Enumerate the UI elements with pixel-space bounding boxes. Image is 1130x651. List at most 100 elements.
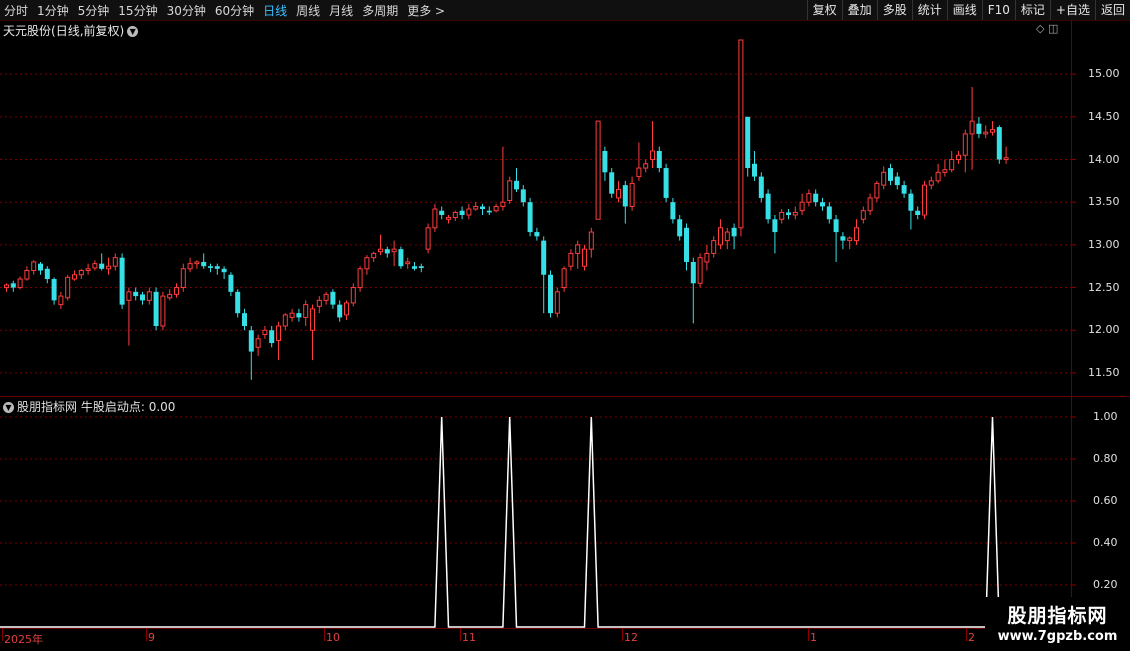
candle-body (187, 263, 193, 270)
candle-body (752, 163, 757, 177)
diamond-icon[interactable]: ◇ (1036, 22, 1044, 35)
price-tick-label: 12.50 (1088, 280, 1120, 294)
time-tick (2, 629, 3, 641)
candle-body (398, 249, 404, 267)
watermark: 股朋指标网 www.7gpzb.com (985, 597, 1130, 650)
candle-body (303, 304, 309, 318)
time-tick (622, 629, 623, 641)
candle-body (942, 169, 948, 173)
time-tick-label: 11 (462, 631, 476, 644)
candle-body (786, 212, 791, 215)
candle-body (561, 268, 567, 289)
candle-body (935, 171, 941, 182)
candle-body (548, 274, 553, 314)
candle-body (595, 120, 601, 220)
candle-body (976, 123, 982, 134)
candle-body (990, 129, 995, 133)
candle-body (799, 201, 805, 212)
price-tick-label: 14.50 (1088, 109, 1120, 123)
candle-body (446, 217, 451, 220)
candle-body (31, 261, 37, 271)
price-tick-label: 11.50 (1088, 365, 1120, 379)
candle-body (140, 294, 145, 301)
candle-body (847, 237, 853, 242)
candle-body (58, 295, 64, 306)
candle-body (922, 184, 927, 216)
candle-body (262, 329, 268, 336)
candle-body (119, 257, 125, 305)
candle-body (711, 240, 717, 254)
candle-body (214, 266, 220, 269)
candle-body (724, 231, 730, 242)
kline-chart[interactable] (0, 0, 1130, 650)
candle-body (541, 240, 547, 275)
chevron-down-icon[interactable]: ▼ (3, 402, 14, 413)
candle-body (629, 182, 635, 207)
candle-body (51, 279, 57, 301)
candle-body (704, 252, 710, 263)
candle-body (643, 163, 649, 169)
price-tick-label: 12.00 (1088, 323, 1120, 337)
candle-body (364, 257, 370, 270)
candle-body (888, 168, 893, 181)
candle-body (928, 180, 934, 186)
panel-toggle-icon[interactable]: ◫ (1048, 22, 1058, 35)
time-tick (808, 629, 809, 641)
indicator-tick-label: 0.20 (1093, 578, 1118, 591)
candle-body (235, 291, 241, 314)
candle-body (779, 211, 785, 220)
right-side-strip (1118, 20, 1130, 630)
candle-body (575, 244, 581, 254)
candle-body (670, 202, 676, 220)
candle-body (316, 299, 322, 307)
candle-body (255, 338, 261, 348)
candle-body (792, 211, 798, 216)
candle-body (969, 120, 975, 135)
candle-body (425, 227, 431, 250)
chevron-down-icon[interactable]: ▼ (127, 26, 139, 37)
candle-body (371, 252, 377, 259)
candle-body (731, 227, 737, 237)
candle-body (956, 154, 961, 161)
candle-body (282, 314, 288, 327)
candle-body (344, 302, 349, 316)
candle-body (527, 202, 533, 233)
candle-body (507, 180, 513, 201)
candle-body (289, 312, 295, 318)
candle-body (486, 210, 492, 213)
candle-body (860, 210, 866, 220)
watermark-main: 股朋指标网 (1007, 605, 1108, 627)
candle-body (983, 131, 989, 135)
candle-body (663, 168, 669, 198)
candle-body (690, 261, 696, 284)
candle-body (840, 236, 846, 241)
candle-body (330, 291, 336, 305)
candle-body (636, 167, 642, 178)
candle-body (323, 293, 329, 301)
candle-body (72, 274, 77, 280)
time-tick (324, 629, 325, 641)
time-tick-label: 10 (326, 631, 340, 644)
candle-body (568, 252, 574, 267)
candle-body (160, 295, 166, 327)
candle-body (588, 231, 594, 250)
candle-body (208, 266, 213, 268)
time-tick-label: 9 (148, 631, 155, 644)
candle-body (276, 325, 281, 341)
candle-body (228, 274, 234, 292)
price-tick-label: 15.00 (1088, 67, 1120, 81)
time-tick (966, 629, 967, 641)
candle-body (439, 210, 445, 215)
candle-body (881, 171, 887, 186)
candle-body (24, 269, 30, 280)
candle-body (153, 291, 159, 326)
candle-body (677, 219, 683, 237)
candle-body (738, 39, 744, 229)
candle-body (901, 185, 907, 194)
candle-body (405, 261, 411, 265)
indicator-tick-label: 0.40 (1093, 536, 1118, 549)
candle-body (269, 330, 275, 344)
candle-body (337, 304, 343, 318)
candle-body (833, 219, 839, 233)
candle-body (480, 206, 485, 210)
